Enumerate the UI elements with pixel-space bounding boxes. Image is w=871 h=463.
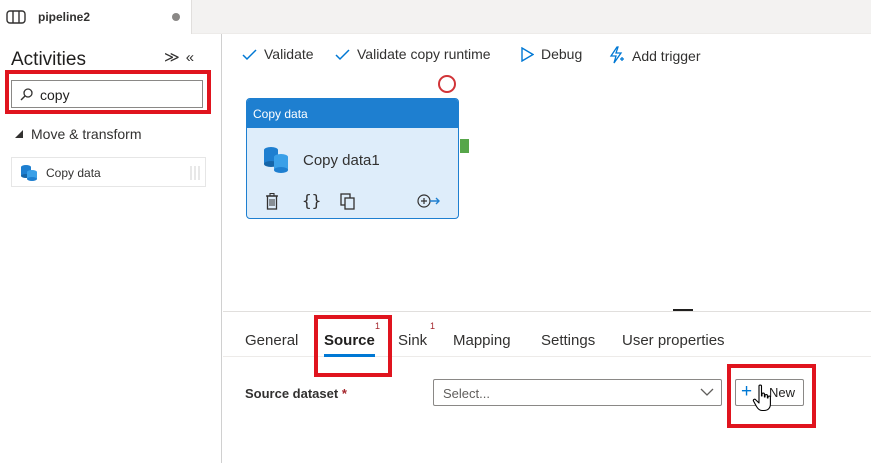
collapse-all-icon[interactable]: ≫	[164, 49, 186, 66]
add-output-icon[interactable]	[417, 194, 441, 208]
drag-handle[interactable]	[190, 166, 202, 180]
code-icon[interactable]: {}	[302, 191, 321, 210]
validate-button[interactable]: Validate	[242, 46, 314, 62]
play-icon	[521, 46, 535, 63]
tab-settings[interactable]: Settings	[541, 332, 595, 349]
copy-data-icon	[21, 165, 37, 181]
node-type-label: Copy data	[253, 107, 308, 121]
source-dataset-label: Source dataset *	[245, 386, 347, 401]
add-trigger-button[interactable]: Add trigger	[608, 46, 700, 64]
sink-error-badge: 1	[430, 321, 436, 331]
validate-runtime-button[interactable]: Validate copy runtime	[335, 46, 491, 62]
tab-general[interactable]: General	[245, 332, 298, 349]
pipeline-tab[interactable]: pipeline2	[0, 0, 192, 34]
validation-status-icon[interactable]	[438, 75, 456, 93]
chevron-down-icon	[700, 388, 714, 396]
unsaved-dot	[172, 13, 180, 21]
activity-copy-data[interactable]: Copy data	[11, 157, 206, 187]
highlight-search	[5, 70, 211, 114]
node-name: Copy data1	[303, 152, 380, 169]
source-dataset-label-text: Source dataset	[245, 386, 339, 401]
debug-label: Debug	[541, 46, 583, 62]
delete-icon[interactable]	[265, 193, 279, 210]
check-icon	[335, 49, 350, 61]
section-move-transform[interactable]: Move & transform	[15, 126, 141, 142]
clone-icon[interactable]	[340, 193, 356, 210]
add-trigger-label: Add trigger	[632, 48, 701, 64]
document-tab-bar: pipeline2	[0, 0, 871, 34]
expand-triangle-icon	[15, 130, 23, 138]
pipeline-toolbar: Validate Validate copy runtime Debug Add…	[223, 34, 871, 74]
activity-node-copy-data1[interactable]: Copy data Copy data1 {}	[246, 98, 459, 219]
highlight-new-button	[727, 364, 816, 428]
source-dataset-select[interactable]: Select...	[433, 379, 722, 406]
validate-runtime-label: Validate copy runtime	[357, 46, 491, 62]
lightning-icon	[609, 46, 624, 64]
section-label: Move & transform	[31, 126, 142, 142]
copy-data-icon	[264, 147, 288, 173]
tab-sink[interactable]: Sink	[398, 332, 427, 349]
select-placeholder: Select...	[443, 386, 490, 401]
collapse-controls: ≫«	[164, 48, 200, 66]
pipeline-tab-title: pipeline2	[38, 10, 91, 24]
activity-label: Copy data	[46, 166, 101, 180]
node-actions: {}	[247, 191, 458, 215]
hide-pane-icon[interactable]: «	[186, 49, 200, 66]
tab-mapping[interactable]: Mapping	[453, 332, 511, 349]
validate-label: Validate	[264, 46, 314, 62]
success-output-port[interactable]	[460, 139, 469, 153]
required-mark: *	[341, 386, 347, 401]
pipeline-icon	[6, 10, 26, 24]
activities-title: Activities	[11, 49, 86, 70]
debug-button[interactable]: Debug	[521, 46, 583, 63]
tab-user-properties[interactable]: User properties	[622, 332, 725, 349]
highlight-source-tab	[314, 315, 392, 377]
node-header: Copy data	[247, 99, 458, 128]
check-icon	[242, 49, 257, 61]
